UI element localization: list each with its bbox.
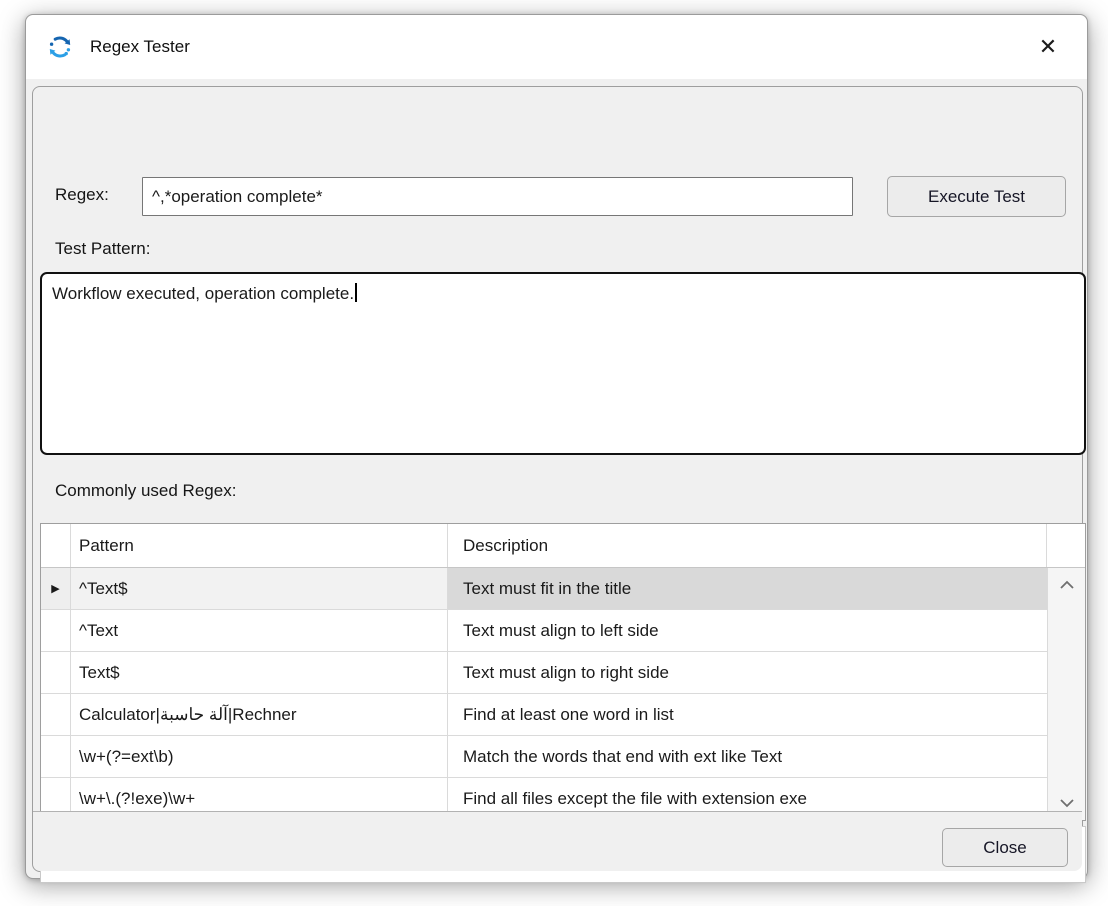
text-caret [355,283,357,302]
regex-input[interactable] [142,177,853,216]
commonly-used-regex-label: Commonly used Regex: [55,481,236,501]
sync-arrows-icon [47,34,73,60]
table-header-row: Pattern Description [41,524,1085,568]
row-selector-cell[interactable] [41,694,71,735]
description-column-header[interactable]: Description [448,524,1047,567]
window-title: Regex Tester [90,37,190,57]
scroll-down-icon[interactable] [1056,796,1078,810]
row-selector-cell[interactable] [41,610,71,651]
description-cell[interactable]: Match the words that end with ext like T… [448,736,1047,777]
pattern-cell[interactable]: ^Text [71,610,448,651]
pattern-cell[interactable]: ^Text$ [71,568,448,609]
row-selector-cell[interactable] [41,652,71,693]
row-selector-cell[interactable]: ▶ [41,568,71,609]
footer-bar: Close [33,811,1082,871]
table-body: ▶ ^Text$ Text must fit in the title ^Tex… [41,568,1047,820]
close-button[interactable]: Close [942,828,1068,867]
test-pattern-label: Test Pattern: [55,239,150,259]
execute-test-button[interactable]: Execute Test [887,176,1066,217]
pattern-cell[interactable]: Text$ [71,652,448,693]
regex-tester-dialog: Regex Tester ✕ Regex: Execute Test Test … [25,14,1088,879]
pattern-cell[interactable]: Calculator|آلة حاسبة|Rechner [71,694,448,735]
content-groupbox: Regex: Execute Test Test Pattern: Workfl… [32,86,1083,872]
common-regex-table: Pattern Description ▶ ^Text$ Text must f… [40,523,1086,821]
vertical-scrollbar[interactable] [1047,568,1085,820]
test-pattern-text: Workflow executed, operation complete. [52,284,354,303]
table-row[interactable]: \w+(?=ext\b) Match the words that end wi… [41,736,1047,778]
row-selector-cell[interactable] [41,736,71,777]
regex-label: Regex: [55,185,109,205]
description-cell[interactable]: Text must align to left side [448,610,1047,651]
description-cell[interactable]: Text must fit in the title [448,568,1047,609]
table-row[interactable]: ^Text Text must align to left side [41,610,1047,652]
description-cell[interactable]: Find at least one word in list [448,694,1047,735]
scrollbar-header-cell [1047,524,1085,567]
row-selector-header-cell [41,524,71,567]
title-bar[interactable]: Regex Tester ✕ [26,15,1087,79]
table-row[interactable]: Text$ Text must align to right side [41,652,1047,694]
close-window-icon[interactable]: ✕ [1031,15,1065,79]
pattern-cell[interactable]: \w+(?=ext\b) [71,736,448,777]
test-pattern-textarea[interactable]: Workflow executed, operation complete. [40,272,1086,455]
table-row[interactable]: ▶ ^Text$ Text must fit in the title [41,568,1047,610]
description-cell[interactable]: Text must align to right side [448,652,1047,693]
table-row[interactable]: Calculator|آلة حاسبة|Rechner Find at lea… [41,694,1047,736]
pattern-column-header[interactable]: Pattern [71,524,448,567]
scroll-up-icon[interactable] [1056,578,1078,592]
